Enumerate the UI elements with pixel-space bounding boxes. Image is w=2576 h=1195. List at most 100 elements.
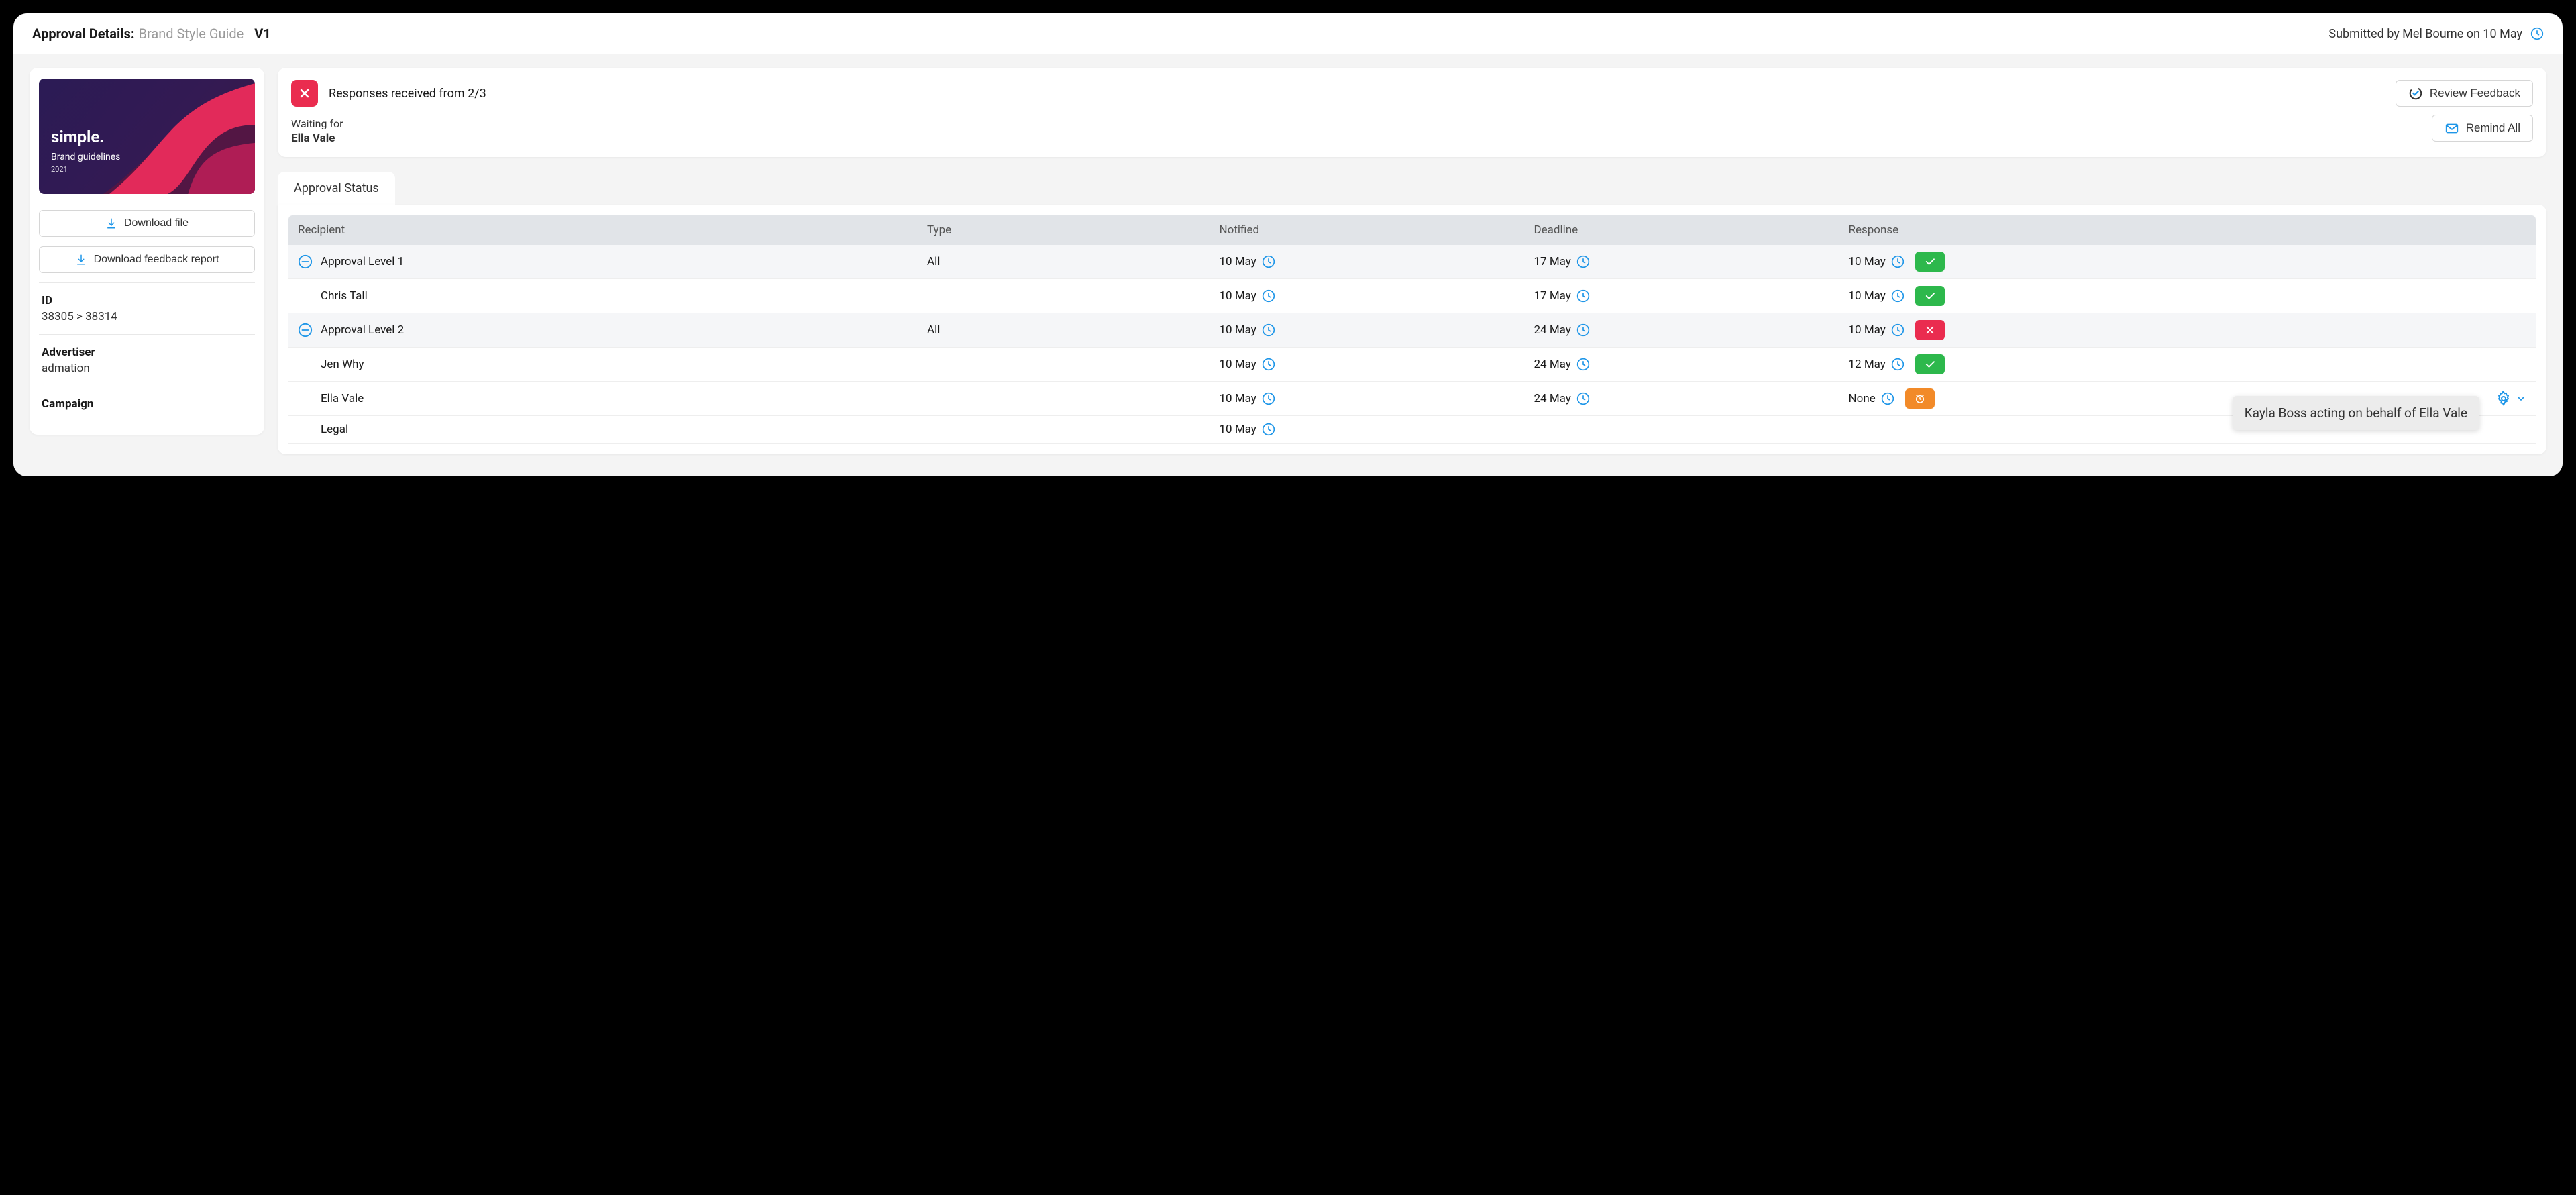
clock-icon xyxy=(1262,423,1275,436)
thumb-logo: simple. xyxy=(51,127,120,146)
table-row: Ella Vale10 May24 MayNone xyxy=(288,382,2536,416)
table-row: Approval Level 2 All 10 May 24 May 10 May xyxy=(288,313,2536,348)
clock-icon xyxy=(1576,289,1590,303)
th-deadline: Deadline xyxy=(1525,215,1839,245)
clock-icon xyxy=(1576,358,1590,371)
collapse-icon[interactable] xyxy=(298,323,313,337)
response-date: 10 May xyxy=(1849,289,1904,303)
th-notified: Notified xyxy=(1210,215,1525,245)
clock-icon xyxy=(2530,27,2544,40)
type-cell xyxy=(918,279,1210,313)
notified-cell: 10 May xyxy=(1220,255,1515,268)
type-cell xyxy=(918,416,1210,444)
clock-icon xyxy=(1576,323,1590,337)
meta-value: 38305 > 38314 xyxy=(42,310,252,323)
clock-icon xyxy=(1576,392,1590,405)
status-badge-approved xyxy=(1915,286,1945,306)
app-window: Approval Details: Brand Style Guide V1 S… xyxy=(13,13,2563,476)
header-bar: Approval Details: Brand Style Guide V1 S… xyxy=(13,13,2563,54)
x-icon xyxy=(298,87,311,100)
review-feedback-button[interactable]: Review Feedback xyxy=(2396,80,2533,107)
summary-card: Responses received from 2/3 Waiting for … xyxy=(278,68,2546,157)
title-doc: Brand Style Guide xyxy=(139,25,244,42)
tab-approval-status[interactable]: Approval Status xyxy=(278,172,395,205)
meta-advertiser: Advertiser admation xyxy=(39,334,255,386)
clock-icon xyxy=(1262,289,1275,303)
submitted-info: Submitted by Mel Bourne on 10 May xyxy=(2328,27,2544,41)
collapse-icon[interactable] xyxy=(298,254,313,269)
remind-all-button[interactable]: Remind All xyxy=(2432,115,2533,142)
th-recipient: Recipient xyxy=(288,215,918,245)
meta-value: admation xyxy=(42,362,252,375)
deadline-cell: 24 May xyxy=(1534,323,1830,337)
meta-label: Advertiser xyxy=(42,346,252,359)
response-date: 10 May xyxy=(1849,255,1904,268)
table-row: Chris Tall10 May17 May10 May xyxy=(288,279,2536,313)
notified-cell: 10 May xyxy=(1220,358,1515,371)
table-row: Approval Level 1 All 10 May 17 May 10 May xyxy=(288,245,2536,279)
rejected-badge xyxy=(291,80,318,107)
download-icon xyxy=(75,254,87,266)
th-type: Type xyxy=(918,215,1210,245)
deadline-cell: 24 May xyxy=(1534,358,1830,371)
status-badge-waiting xyxy=(1905,388,1935,409)
waiting-for: Waiting for Ella Vale xyxy=(291,117,486,145)
tab-row: Approval Status xyxy=(278,172,2546,205)
meta-label: Campaign xyxy=(42,397,252,411)
response-date: 10 May xyxy=(1849,323,1904,337)
title-label: Approval Details: xyxy=(32,25,135,42)
recipient-name: Approval Level 2 xyxy=(321,323,404,337)
meta-campaign: Campaign xyxy=(39,386,255,424)
notified-cell: 10 May xyxy=(1220,323,1515,337)
notified-cell: 10 May xyxy=(1220,423,1515,436)
clock-icon xyxy=(1881,392,1894,405)
clock-icon xyxy=(1891,323,1904,337)
submitted-text: Submitted by Mel Bourne on 10 May xyxy=(2328,27,2522,41)
main-column: Responses received from 2/3 Waiting for … xyxy=(278,68,2546,454)
sidebar-card: simple. Brand guidelines 2021 Download f… xyxy=(30,68,264,435)
meta-label: ID xyxy=(42,294,252,307)
waiting-label: Waiting for xyxy=(291,117,343,130)
clock-icon xyxy=(1262,392,1275,405)
th-response: Response xyxy=(1839,215,2536,245)
recipient-name: Jen Why xyxy=(321,358,364,371)
type-cell: All xyxy=(918,313,1210,348)
download-report-button[interactable]: Download feedback report xyxy=(39,246,255,273)
approval-status-table: Recipient Type Notified Deadline Respons… xyxy=(288,215,2536,444)
clock-icon xyxy=(1576,255,1590,268)
response-date: None xyxy=(1849,392,1894,405)
clock-icon xyxy=(1262,323,1275,337)
download-icon xyxy=(105,217,117,229)
notified-cell: 10 May xyxy=(1220,392,1515,405)
status-badge-rejected xyxy=(1915,320,1945,340)
clock-icon xyxy=(1891,255,1904,268)
download-file-button[interactable]: Download file xyxy=(39,210,255,237)
deadline-cell: 17 May xyxy=(1534,255,1830,268)
response-date: 12 May xyxy=(1849,358,1904,371)
gear-icon[interactable] xyxy=(2496,391,2512,407)
chevron-down-icon[interactable] xyxy=(2516,393,2526,404)
remind-all-label: Remind All xyxy=(2466,121,2520,135)
title-version: V1 xyxy=(254,25,271,42)
status-badge-approved xyxy=(1915,252,1945,272)
responses-text: Responses received from 2/3 xyxy=(329,87,486,101)
meta-id: ID 38305 > 38314 xyxy=(39,282,255,334)
page-title: Approval Details: Brand Style Guide V1 xyxy=(32,25,271,42)
deadline-cell: 24 May xyxy=(1534,392,1830,405)
waiting-name: Ella Vale xyxy=(291,132,486,145)
document-thumbnail[interactable]: simple. Brand guidelines 2021 xyxy=(39,79,255,194)
type-cell xyxy=(918,348,1210,382)
download-file-label: Download file xyxy=(124,217,189,229)
responses-summary: Responses received from 2/3 xyxy=(291,80,486,107)
row-actions[interactable] xyxy=(2496,391,2526,407)
acting-on-behalf-tooltip: Kayla Boss acting on behalf of Ella Vale xyxy=(2233,396,2479,430)
clock-icon xyxy=(1262,358,1275,371)
recipient-name: Legal xyxy=(321,423,348,436)
download-report-label: Download feedback report xyxy=(94,254,219,266)
table-row: Legal 10 May xyxy=(288,416,2536,444)
clock-icon xyxy=(1891,289,1904,303)
type-cell: All xyxy=(918,245,1210,279)
approval-table-card: Recipient Type Notified Deadline Respons… xyxy=(278,205,2546,454)
mail-icon xyxy=(2445,121,2459,136)
recipient-name: Approval Level 1 xyxy=(321,255,404,268)
